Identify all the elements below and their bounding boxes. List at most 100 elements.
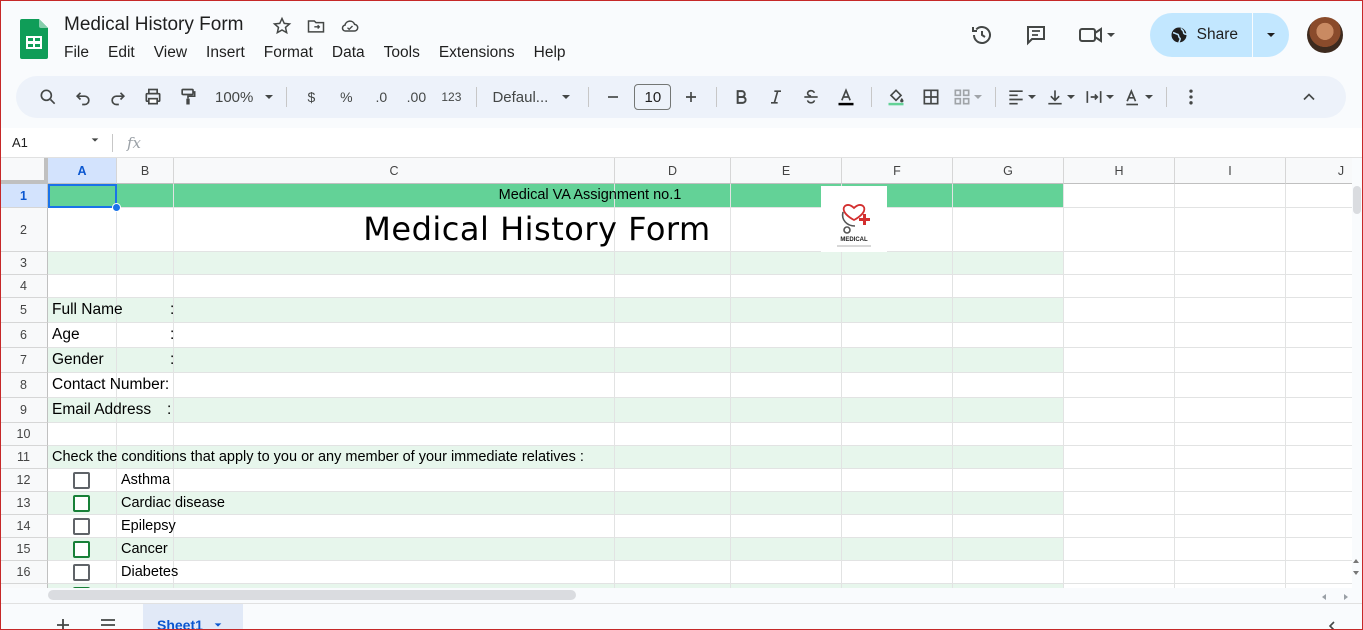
row-header-4[interactable]: 4 [0, 275, 48, 298]
sheet-tab-sheet1[interactable]: Sheet1 [143, 604, 243, 630]
gridline [48, 445, 1352, 446]
menu-view[interactable]: View [154, 44, 196, 62]
decrease-font-size-button[interactable] [599, 83, 627, 111]
vertical-align-button[interactable] [1045, 83, 1077, 111]
select-all-corner[interactable] [0, 158, 48, 184]
checkbox-epilepsy[interactable] [73, 518, 90, 535]
column-header-j[interactable]: J [1286, 158, 1352, 184]
menu-file[interactable]: File [64, 44, 98, 62]
italic-button[interactable] [762, 83, 790, 111]
menu-tools[interactable]: Tools [384, 44, 429, 62]
user-avatar[interactable] [1307, 17, 1343, 53]
column-header-b[interactable]: B [117, 158, 174, 184]
row-header-5[interactable]: 5 [0, 298, 48, 323]
currency-format-button[interactable]: $ [297, 83, 325, 111]
row-header-1[interactable]: 1 [0, 184, 48, 208]
more-options-button[interactable] [1177, 83, 1205, 111]
scroll-arrows[interactable] [1351, 556, 1361, 586]
formula-input[interactable] [141, 128, 1363, 157]
fill-color-button[interactable] [882, 83, 910, 111]
percent-format-button[interactable]: % [332, 83, 360, 111]
cloud-saved-icon[interactable] [340, 16, 360, 36]
font-family-select[interactable]: Defaul... [487, 83, 577, 111]
row-header-17[interactable] [0, 584, 48, 588]
strikethrough-button[interactable] [797, 83, 825, 111]
row-header-9[interactable]: 9 [0, 398, 48, 423]
row-header-11[interactable]: 11 [0, 446, 48, 469]
comments-icon[interactable] [1024, 23, 1048, 47]
column-header-g[interactable]: G [953, 158, 1064, 184]
all-sheets-icon[interactable] [100, 618, 116, 630]
share-button[interactable]: Share [1150, 13, 1253, 57]
share-dropdown-button[interactable] [1253, 13, 1289, 57]
column-header-c[interactable]: C [174, 158, 615, 184]
more-formats-button[interactable]: 123 [437, 83, 465, 111]
band-row-3 [48, 252, 1064, 275]
share-label: Share [1196, 26, 1238, 43]
search-menus-button[interactable] [34, 83, 62, 111]
row-header-16[interactable]: 16 [0, 561, 48, 584]
increase-decimal-button[interactable]: .00 [402, 83, 430, 111]
menu-edit[interactable]: Edit [108, 44, 144, 62]
horizontal-align-button[interactable] [1006, 83, 1038, 111]
undo-button[interactable] [69, 83, 97, 111]
borders-button[interactable] [917, 83, 945, 111]
row-header-12[interactable]: 12 [0, 469, 48, 492]
column-header-a[interactable]: A [48, 158, 117, 184]
text-rotation-button[interactable] [1123, 83, 1155, 111]
font-size-input[interactable]: 10 [634, 84, 672, 110]
row-header-3[interactable]: 3 [0, 252, 48, 275]
move-folder-icon[interactable] [306, 16, 326, 36]
column-header-d[interactable]: D [615, 158, 731, 184]
row-header-14[interactable]: 14 [0, 515, 48, 538]
selected-cell-a1[interactable] [48, 184, 117, 208]
horizontal-scroll-arrows[interactable] [1318, 590, 1352, 602]
row-header-10[interactable]: 10 [0, 423, 48, 446]
meet-video-icon[interactable] [1078, 23, 1116, 47]
paint-format-button[interactable] [174, 83, 202, 111]
column-header-h[interactable]: H [1064, 158, 1175, 184]
increase-font-size-button[interactable] [677, 83, 705, 111]
row-header-6[interactable]: 6 [0, 323, 48, 348]
row-header-7[interactable]: 7 [0, 348, 48, 373]
menu-format[interactable]: Format [264, 44, 322, 62]
star-icon[interactable] [272, 16, 292, 36]
document-title[interactable]: Medical History Form [64, 14, 243, 36]
bold-button[interactable] [727, 83, 755, 111]
column-header-i[interactable]: I [1175, 158, 1286, 184]
row-header-2[interactable]: 2 [0, 208, 48, 252]
checkbox-cardiac-disease[interactable] [73, 495, 90, 512]
menu-data[interactable]: Data [332, 44, 374, 62]
print-button[interactable] [139, 83, 167, 111]
field-colon: : [170, 351, 175, 368]
sheets-logo-icon[interactable] [20, 19, 48, 59]
medical-logo-image[interactable]: MEDICAL [821, 186, 887, 252]
menu-help[interactable]: Help [534, 44, 575, 62]
decrease-decimal-button[interactable]: .0 [367, 83, 395, 111]
caret-down-icon [1145, 95, 1154, 99]
checkbox-cancer[interactable] [73, 541, 90, 558]
row-header-13[interactable]: 13 [0, 492, 48, 515]
checkbox-asthma[interactable] [73, 472, 90, 489]
menu-insert[interactable]: Insert [206, 44, 254, 62]
row-header-15[interactable]: 15 [0, 538, 48, 561]
row-header-8[interactable]: 8 [0, 373, 48, 398]
vertical-scrollbar-thumb[interactable] [1353, 186, 1361, 214]
spreadsheet-grid[interactable]: A B C D E F G H I J 1 2 3 4 5 6 7 8 9 10… [0, 158, 1352, 588]
checkbox-diabetes[interactable] [73, 564, 90, 581]
text-color-button[interactable] [832, 83, 860, 111]
collapse-toolbar-button[interactable] [1295, 83, 1323, 111]
checkbox-partial[interactable] [73, 587, 90, 588]
column-header-e[interactable]: E [731, 158, 842, 184]
redo-button[interactable] [104, 83, 132, 111]
text-wrapping-button[interactable] [1084, 83, 1116, 111]
zoom-select[interactable]: 100% [215, 83, 275, 111]
version-history-icon[interactable] [970, 23, 994, 47]
horizontal-scrollbar-thumb[interactable] [48, 590, 576, 600]
name-box[interactable]: A1 [0, 135, 112, 150]
menu-extensions[interactable]: Extensions [439, 44, 524, 62]
chevron-left-icon[interactable] [1326, 620, 1338, 630]
column-header-f[interactable]: F [842, 158, 953, 184]
merge-cells-button[interactable] [952, 83, 984, 111]
add-sheet-icon[interactable] [56, 618, 70, 630]
